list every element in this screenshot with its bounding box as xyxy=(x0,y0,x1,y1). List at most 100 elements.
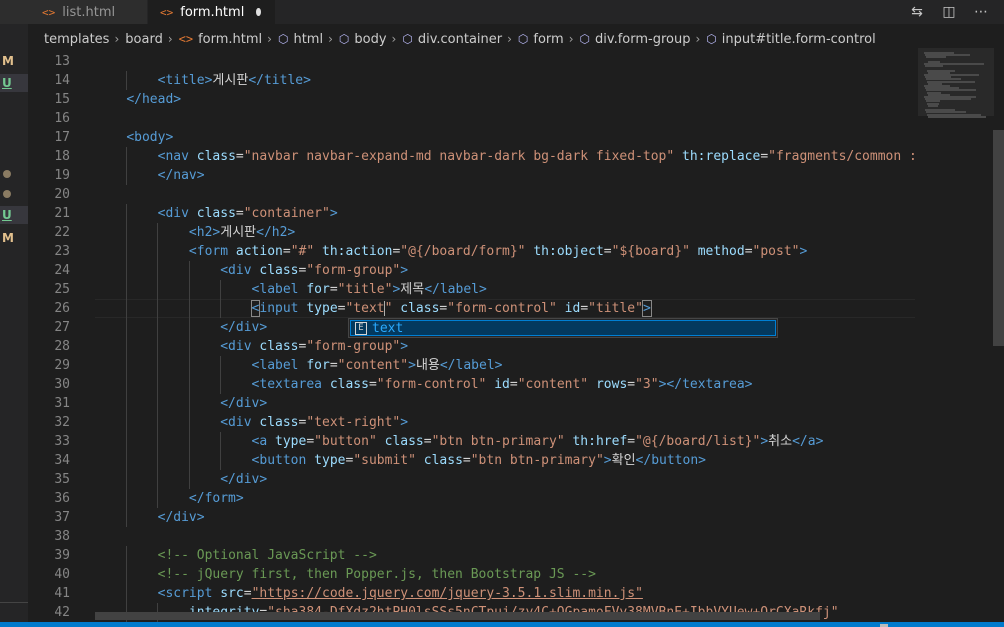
code-line[interactable]: 30 <textarea class="form-control" id="co… xyxy=(28,375,918,394)
breadcrumb-item[interactable]: ⬡ div.form-group › xyxy=(580,32,707,47)
line-number: 30 xyxy=(54,377,70,392)
code-line[interactable]: 32 <div class="text-right"> xyxy=(28,413,918,432)
indent-guide xyxy=(157,394,159,413)
code-line[interactable]: 26 <input type="text" class="form-contro… xyxy=(28,299,918,318)
code-text: </nav> xyxy=(95,166,205,185)
code-line[interactable]: 36 </form> xyxy=(28,489,918,508)
code-line[interactable]: 31 </div> xyxy=(28,394,918,413)
indent-guide xyxy=(188,413,190,432)
vertical-scrollbar[interactable] xyxy=(993,130,1004,346)
code-line[interactable]: 29 <label for="content">내용</label> xyxy=(28,356,918,375)
breadcrumb-item[interactable]: ⬡ body › xyxy=(339,32,402,47)
code-token: = xyxy=(235,206,244,221)
breadcrumb-item[interactable]: ⬡ form › xyxy=(518,32,580,47)
code-line[interactable]: 23 <form action="#" th:action="@{/board/… xyxy=(28,242,918,261)
line-number: 19 xyxy=(54,168,70,183)
cube-icon: ⬡ xyxy=(517,32,529,46)
code-line[interactable]: 15 </head> xyxy=(28,90,918,109)
code-line[interactable]: 14 <title>게시판</title> xyxy=(28,71,918,90)
line-number: 21 xyxy=(54,206,70,221)
code-token: > xyxy=(760,434,769,449)
code-line[interactable]: 16 xyxy=(28,109,918,128)
divider xyxy=(0,602,28,603)
code-token: "btn btn-primary" xyxy=(431,434,565,449)
line-number: 41 xyxy=(54,586,70,601)
code-line[interactable]: 13 xyxy=(28,52,918,71)
minimap[interactable] xyxy=(918,48,1004,622)
unsaved-dot-icon[interactable] xyxy=(256,8,261,16)
code-token: </button> xyxy=(635,453,706,468)
chevron-right-icon: › xyxy=(507,32,512,46)
indent-guide xyxy=(157,337,159,356)
code-text: </div> xyxy=(95,394,267,413)
code-line[interactable]: 25 <label for="title">제목</label> xyxy=(28,280,918,299)
breadcrumb-item[interactable]: board › xyxy=(125,32,178,47)
indent-guide xyxy=(157,299,159,318)
code-line[interactable]: 22 <h2>게시판</h2> xyxy=(28,223,918,242)
code-token: "btn btn-primary" xyxy=(470,453,604,468)
breadcrumb-item[interactable]: <> form.html › xyxy=(179,32,278,47)
code-token: <!-- jQuery first, then Popper.js, then … xyxy=(157,567,596,582)
code-line[interactable]: 24 <div class="form-group"> xyxy=(28,261,918,280)
code-line[interactable]: 19 </nav> xyxy=(28,166,918,185)
code-line[interactable]: 33 <a type="button" class="btn btn-prima… xyxy=(28,432,918,451)
line-number: 20 xyxy=(54,187,70,202)
breadcrumb-item[interactable]: templates › xyxy=(44,32,125,47)
indent-guide xyxy=(126,242,128,261)
code-line[interactable]: 39 <!-- Optional JavaScript --> xyxy=(28,546,918,565)
line-number: 16 xyxy=(54,111,70,126)
indent-guide xyxy=(157,242,159,261)
code-line[interactable]: 20 xyxy=(28,185,918,204)
autocomplete-popup[interactable]: E text xyxy=(348,318,778,338)
line-number: 22 xyxy=(54,225,70,240)
code-token: "content" xyxy=(337,358,409,373)
code-token: method xyxy=(697,244,745,259)
breadcrumb-item[interactable]: ⬡ div.container › xyxy=(402,32,518,47)
code-line[interactable]: 21 <div class="container"> xyxy=(28,204,918,223)
code-text: <div class="container"> xyxy=(95,204,338,223)
code-line[interactable]: 38 xyxy=(28,527,918,546)
code-token: th:replace xyxy=(682,149,761,164)
code-line[interactable]: 18 <nav class="navbar navbar-expand-md n… xyxy=(28,147,918,166)
split-editor-icon[interactable]: ◫ xyxy=(940,4,958,20)
code-line[interactable]: 17 <body> xyxy=(28,128,918,147)
code-token: 제목 xyxy=(400,282,425,297)
tab-list-html[interactable]: <> list.html xyxy=(0,0,148,24)
code-line[interactable]: 28 <div class="form-group"> xyxy=(28,337,918,356)
git-compare-icon[interactable]: ⇆ xyxy=(908,4,926,20)
indent-guide xyxy=(188,299,190,318)
code-token: type xyxy=(275,434,307,449)
code-token: > xyxy=(400,263,409,278)
suggestion-item[interactable]: E text xyxy=(350,320,776,336)
indent-guide xyxy=(126,413,128,432)
code-text: <a type="button" class="btn btn-primary"… xyxy=(95,432,824,451)
breadcrumb-item[interactable]: ⬡ html › xyxy=(278,32,339,47)
code-line[interactable]: 40 <!-- jQuery first, then Popper.js, th… xyxy=(28,565,918,584)
indent-guide xyxy=(126,261,128,280)
code-text: <!-- jQuery first, then Popper.js, then … xyxy=(95,565,596,584)
line-number: 17 xyxy=(54,130,70,145)
code-token: = xyxy=(509,377,518,392)
tab-form-html[interactable]: <> form.html xyxy=(148,0,276,24)
code-line[interactable]: 34 <button type="submit" class="btn btn-… xyxy=(28,451,918,470)
left-gutter-strip: MUUM xyxy=(0,24,28,627)
code-token: <form xyxy=(188,244,236,259)
indent-guide xyxy=(126,280,128,299)
code-token: ></textarea> xyxy=(658,377,753,392)
indent-guide xyxy=(219,432,221,451)
code-token: type xyxy=(314,453,346,468)
code-line[interactable]: 37 </div> xyxy=(28,508,918,527)
horizontal-scrollbar[interactable] xyxy=(95,612,820,620)
more-actions-icon[interactable]: ⋯ xyxy=(972,4,990,20)
code-line[interactable]: 35 </div> xyxy=(28,470,918,489)
breadcrumb-item[interactable]: ⬡ input#title.form-control xyxy=(706,32,875,47)
code-line[interactable]: 41 <script src="https://code.jquery.com/… xyxy=(28,584,918,603)
code-token: > xyxy=(641,300,652,317)
code-token: "3" xyxy=(635,377,659,392)
html-file-icon: <> xyxy=(160,5,174,19)
chevron-right-icon: › xyxy=(568,32,574,46)
